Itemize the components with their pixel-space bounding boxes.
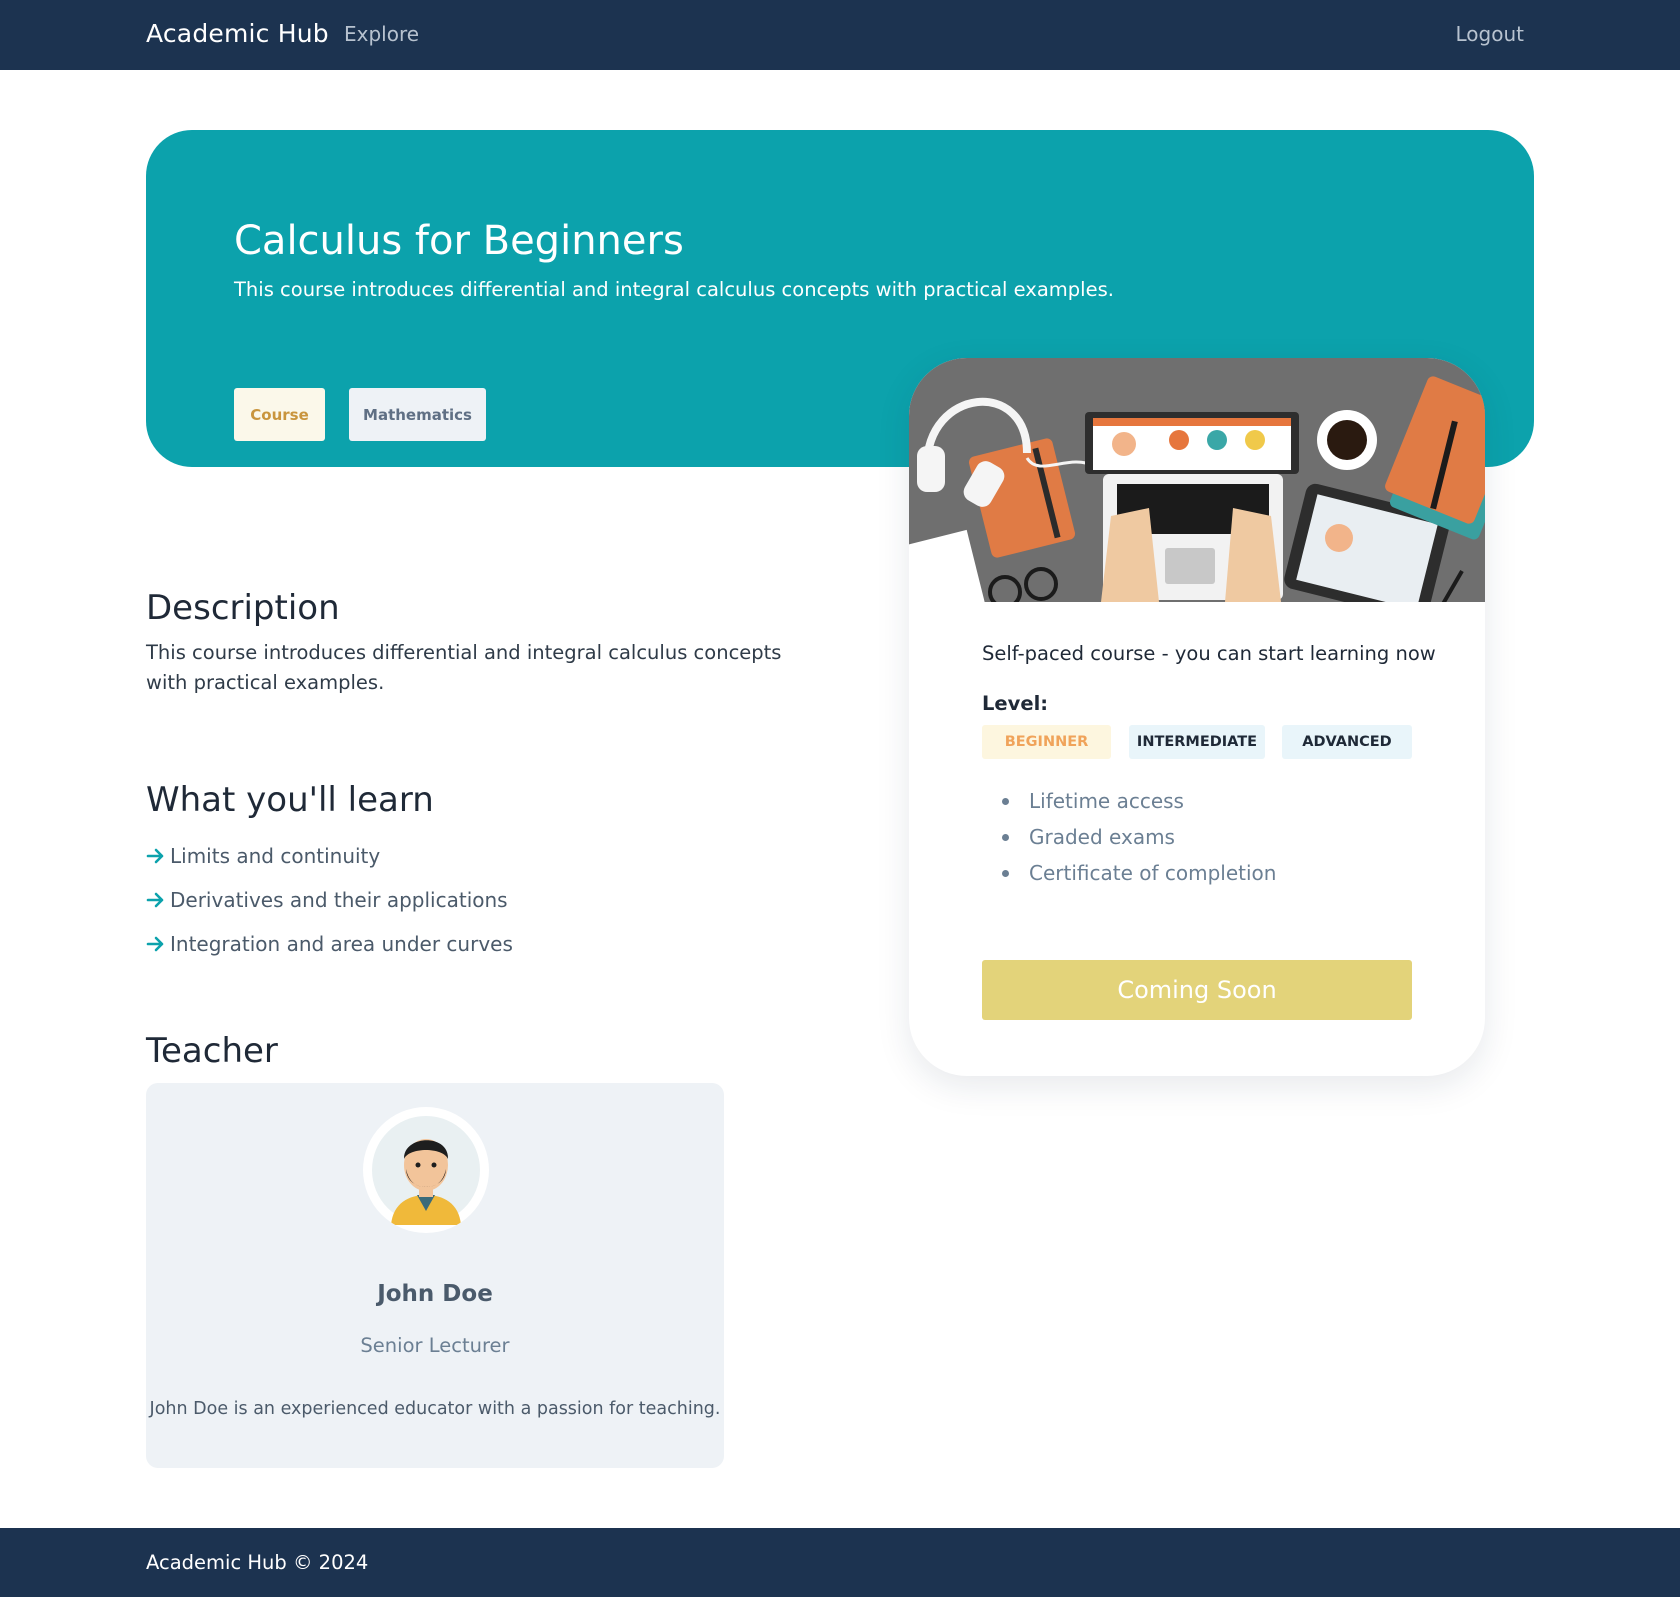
course-cover-illustration (909, 358, 1485, 602)
feature-text: Graded exams (1029, 825, 1175, 849)
description-heading: Description (146, 588, 340, 628)
teacher-avatar (363, 1107, 489, 1233)
feature-text: Lifetime access (1029, 789, 1184, 813)
learn-item: Derivatives and their applications (146, 878, 513, 922)
level-badge-beginner[interactable]: BEGINNER (982, 725, 1111, 759)
description-text: This course introduces differential and … (146, 641, 782, 694)
arrow-right-icon (146, 892, 164, 908)
feature-item: Graded exams (982, 826, 1276, 862)
feature-item: Certificate of completion (982, 862, 1276, 898)
coming-soon-button[interactable]: Coming Soon (982, 960, 1412, 1020)
teacher-card: John Doe Senior Lecturer John Doe is an … (146, 1083, 724, 1468)
tag-mathematics[interactable]: Mathematics (349, 388, 486, 441)
self-paced-note: Self-paced course - you can start learni… (982, 642, 1436, 665)
nav-explore-link[interactable]: Explore (344, 22, 419, 46)
level-badge-intermediate[interactable]: INTERMEDIATE (1129, 725, 1265, 759)
brand-link[interactable]: Academic Hub (146, 19, 329, 48)
arrow-right-icon (146, 936, 164, 952)
feature-text: Certificate of completion (1029, 861, 1277, 885)
level-label: Level: (982, 692, 1049, 715)
learn-item: Integration and area under curves (146, 922, 513, 966)
arrow-right-icon (146, 848, 164, 864)
bullet-icon (1002, 834, 1009, 841)
learn-list: Limits and continuity Derivatives and th… (146, 834, 513, 966)
learn-item-text: Limits and continuity (170, 844, 381, 868)
bullet-icon (1002, 870, 1009, 877)
teacher-bio: John Doe is an experienced educator with… (149, 1399, 721, 1419)
learn-item: Limits and continuity (146, 834, 513, 878)
footer-copyright: Academic Hub © 2024 (146, 1551, 369, 1574)
feature-item: Lifetime access (982, 790, 1276, 826)
teacher-avatar-image (372, 1116, 480, 1225)
course-subtitle: This course introduces differential and … (234, 278, 1114, 301)
tag-course[interactable]: Course (234, 388, 325, 441)
teacher-name: John Doe (377, 1281, 493, 1307)
nav-logout-link[interactable]: Logout (1456, 22, 1524, 46)
learn-item-text: Derivatives and their applications (170, 888, 508, 912)
course-title: Calculus for Beginners (234, 218, 684, 264)
course-enroll-card: Self-paced course - you can start learni… (909, 358, 1485, 1076)
level-badge-advanced[interactable]: ADVANCED (1282, 725, 1412, 759)
teacher-heading: Teacher (146, 1031, 278, 1071)
footer: Academic Hub © 2024 (0, 1528, 1680, 1597)
top-navbar: Academic Hub Explore Logout (0, 0, 1680, 70)
bullet-icon (1002, 798, 1009, 805)
feature-list: Lifetime access Graded exams Certificate… (982, 790, 1276, 898)
teacher-role: Senior Lecturer (360, 1334, 510, 1357)
learn-heading: What you'll learn (146, 780, 434, 820)
learn-item-text: Integration and area under curves (170, 932, 513, 956)
